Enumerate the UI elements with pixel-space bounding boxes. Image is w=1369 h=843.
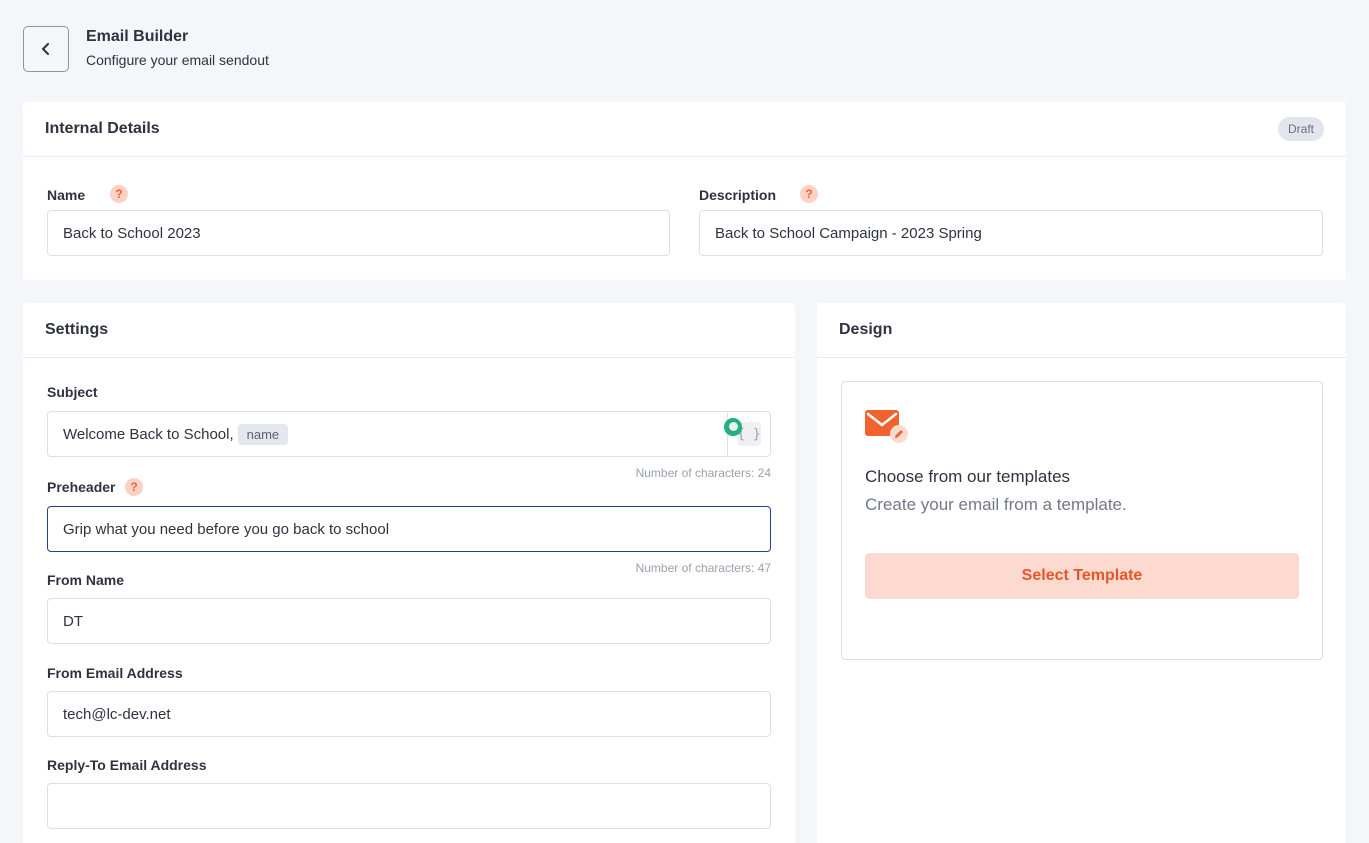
from-email-field[interactable]: tech@lc-dev.net <box>47 691 771 737</box>
back-button[interactable] <box>23 26 69 72</box>
name-help-icon[interactable]: ? <box>110 185 128 203</box>
subject-field-value: Welcome Back to School, <box>63 425 234 443</box>
subject-label: Subject <box>47 384 98 400</box>
design-title: Design <box>817 303 1346 358</box>
status-dot-icon <box>724 418 742 436</box>
from-name-field[interactable]: DT <box>47 598 771 644</box>
name-field-value: Back to School 2023 <box>63 224 201 242</box>
description-help-icon[interactable]: ? <box>800 185 818 203</box>
template-chooser: Choose from our templates Create your em… <box>841 381 1323 660</box>
from-name-field-value: DT <box>63 612 83 630</box>
from-name-label: From Name <box>47 572 125 588</box>
chevron-left-icon <box>42 43 49 55</box>
template-title: Choose from our templates <box>865 467 1071 486</box>
merge-tag-chip[interactable]: name <box>237 423 289 445</box>
from-email-field-value: tech@lc-dev.net <box>63 705 171 723</box>
name-field[interactable]: Back to School 2023 <box>47 210 670 256</box>
page-title: Email Builder <box>86 28 189 45</box>
subject-field[interactable]: Welcome Back to School, name { } <box>47 411 771 457</box>
preheader-label: Preheader <box>47 479 116 495</box>
preheader-field-value: Grip what you need before you go back to… <box>63 520 390 538</box>
reply-to-field[interactable] <box>47 783 771 829</box>
internal-details-card: Internal Details Draft Name ? Back to Sc… <box>23 102 1346 280</box>
preheader-field[interactable]: Grip what you need before you go back to… <box>47 506 771 552</box>
merge-tag-button[interactable]: { } <box>724 412 770 456</box>
from-email-label: From Email Address <box>47 665 183 681</box>
reply-to-label: Reply-To Email Address <box>47 757 207 773</box>
page-subtitle: Configure your email sendout <box>86 52 269 68</box>
internal-details-title: Internal Details <box>23 102 1346 157</box>
preheader-char-counter: Number of characters: 47 <box>635 561 771 575</box>
description-field-value: Back to School Campaign - 2023 Spring <box>715 224 982 242</box>
description-field[interactable]: Back to School Campaign - 2023 Spring <box>699 210 1323 256</box>
status-badge: Draft <box>1277 117 1324 141</box>
select-template-button[interactable]: Select Template <box>865 553 1299 599</box>
settings-title: Settings <box>23 303 795 358</box>
name-label: Name <box>47 187 86 203</box>
envelope-edit-icon <box>865 410 908 443</box>
design-card: Design Choose from our templates Create … <box>817 303 1346 843</box>
subject-char-counter: Number of characters: 24 <box>635 466 771 480</box>
template-subtitle: Create your email from a template. <box>865 495 1127 514</box>
settings-card: Settings Subject Welcome Back to School,… <box>23 303 795 843</box>
email-builder-page: Email Builder Configure your email sendo… <box>0 0 1369 843</box>
description-label: Description <box>699 187 777 203</box>
preheader-help-icon[interactable]: ? <box>125 478 143 496</box>
